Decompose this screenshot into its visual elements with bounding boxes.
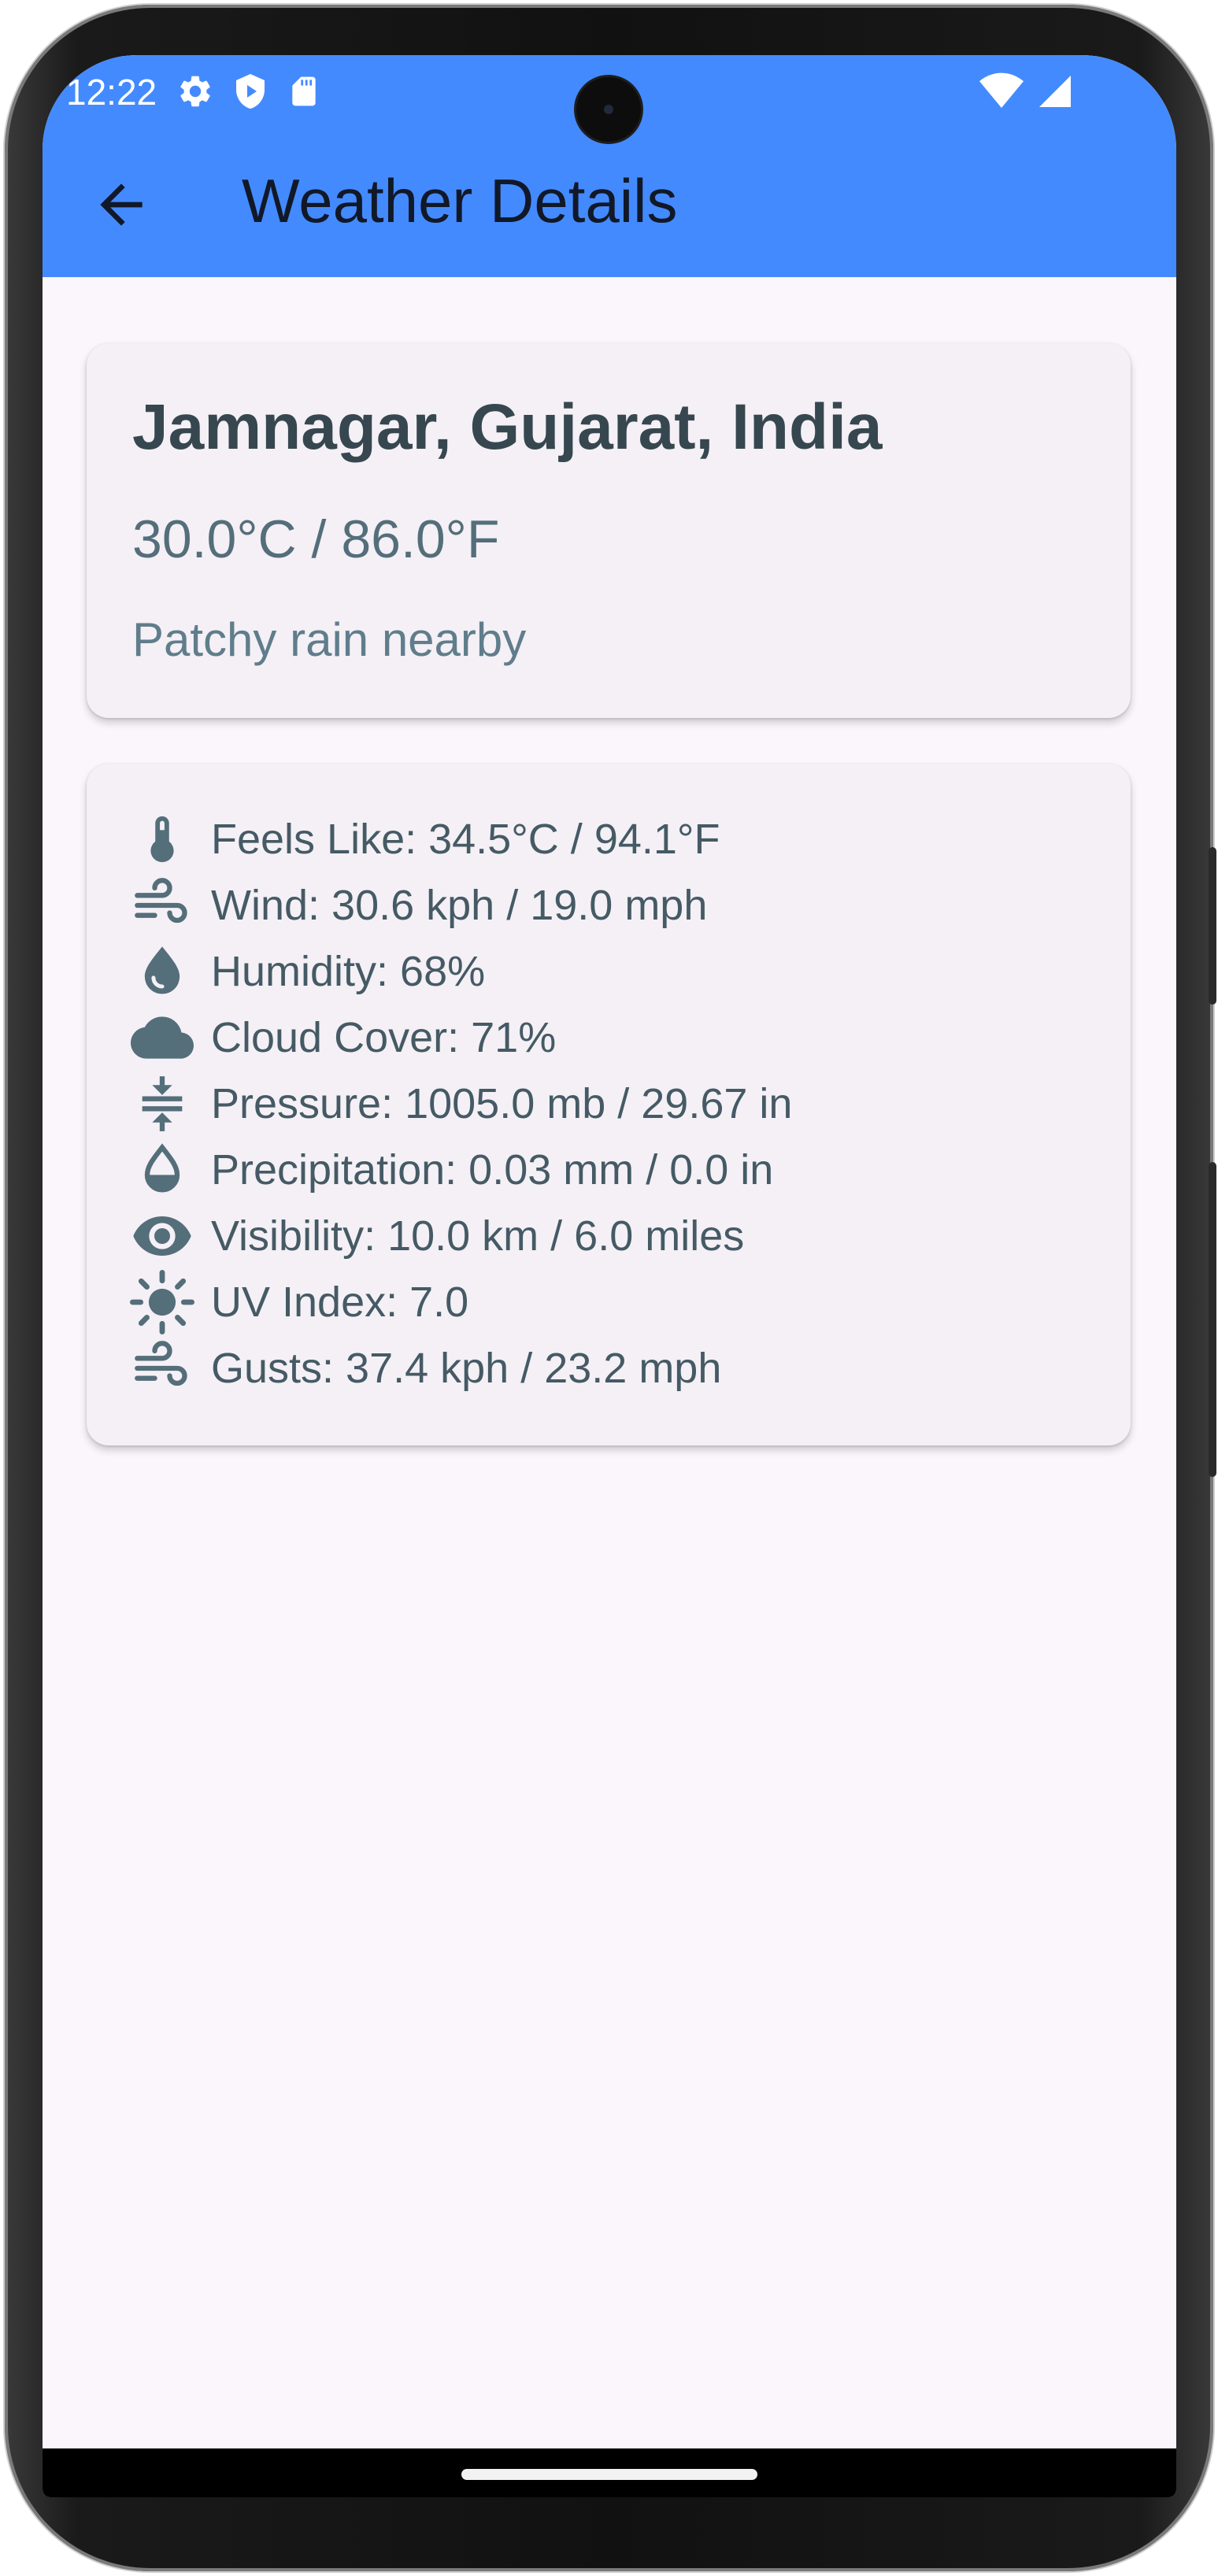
detail-text: Gusts: 37.4 kph / 23.2 mph: [211, 1345, 722, 1392]
phone-frame: 12:22 Weather Details Jamnagar, Gujarat,…: [5, 5, 1216, 2571]
cell-signal-icon: [1039, 76, 1071, 107]
status-icons-left: [176, 68, 321, 115]
detail-text: Cloud Cover: 71%: [211, 1014, 557, 1061]
sd-card-icon: [292, 76, 316, 106]
water-drop-icon: [144, 946, 180, 994]
detail-cloud-cover: Cloud Cover: 71%: [126, 1005, 556, 1071]
weather-condition: Patchy rain nearby: [132, 613, 527, 666]
detail-text: UV Index: 7.0: [211, 1279, 469, 1326]
detail-visibility: Visibility: 10.0 km / 6.0 miles: [126, 1203, 744, 1269]
back-button[interactable]: [90, 173, 153, 236]
detail-text: Pressure: 1005.0 mb / 29.67 in: [211, 1080, 793, 1127]
detail-wind: Wind: 30.6 kph / 19.0 mph: [126, 872, 707, 938]
detail-text: Humidity: 68%: [211, 948, 486, 995]
eye-icon: [133, 1216, 191, 1256]
screen: 12:22 Weather Details Jamnagar, Gujarat,…: [43, 55, 1176, 2497]
detail-precipitation: Precipitation: 0.03 mm / 0.0 in: [126, 1137, 773, 1203]
detail-text: Feels Like: 34.5°C / 94.1°F: [211, 816, 720, 863]
cloud-icon: [131, 1016, 194, 1059]
wifi-icon: [979, 72, 1024, 108]
weather-details-card: Feels Like: 34.5°C / 94.1°F Wind: 30.6 k…: [87, 764, 1131, 1445]
thermometer-icon: [150, 816, 174, 863]
status-time: 12:22: [66, 72, 157, 113]
gear-icon: [180, 76, 210, 107]
detail-text: Wind: 30.6 kph / 19.0 mph: [211, 882, 708, 929]
detail-uv-index: UV Index: 7.0: [126, 1269, 468, 1335]
app-bar: 12:22 Weather Details: [43, 55, 1176, 277]
detail-humidity: Humidity: 68%: [126, 938, 485, 1005]
wind-icon: [135, 1341, 187, 1386]
power-button: [1209, 1162, 1216, 1477]
volume-button: [1209, 847, 1216, 1005]
page-title: Weather Details: [242, 166, 678, 235]
status-icons-right: [979, 68, 1074, 115]
weather-summary-card: Jamnagar, Gujarat, India 30.0°C / 86.0°F…: [87, 343, 1131, 718]
current-temperature: 30.0°C / 86.0°F: [132, 509, 500, 569]
front-camera: [576, 77, 641, 142]
arrow-left-icon: [100, 183, 143, 226]
wind-icon: [135, 878, 187, 923]
opacity-icon: [144, 1143, 180, 1193]
shield-play-icon: [236, 74, 265, 109]
detail-text: Precipitation: 0.03 mm / 0.0 in: [211, 1146, 774, 1194]
detail-gusts: Gusts: 37.4 kph / 23.2 mph: [126, 1335, 721, 1401]
sun-icon: [130, 1270, 194, 1334]
detail-feels-like: Feels Like: 34.5°C / 94.1°F: [126, 806, 720, 872]
detail-text: Visibility: 10.0 km / 6.0 miles: [211, 1212, 745, 1260]
home-gesture-handle[interactable]: [461, 2469, 757, 2480]
location-name: Jamnagar, Gujarat, India: [132, 391, 883, 463]
compress-icon: [142, 1076, 183, 1131]
detail-pressure: Pressure: 1005.0 mb / 29.67 in: [126, 1071, 792, 1137]
